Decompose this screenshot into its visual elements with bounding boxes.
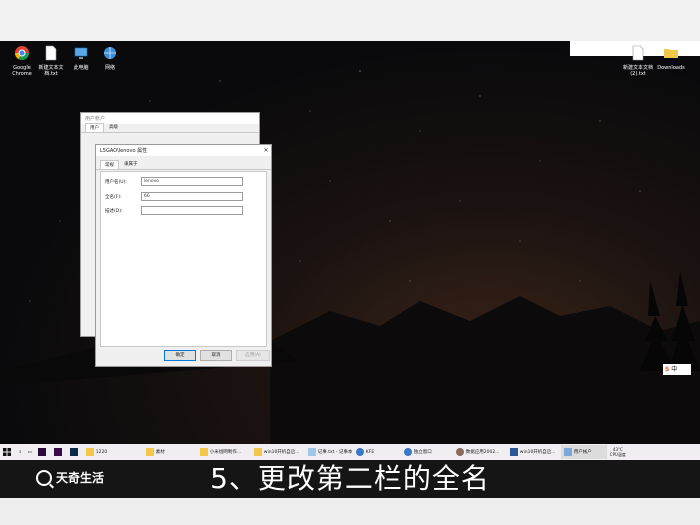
desktop-icon-text-file-2[interactable]: 新建文本文档 (2).txt	[620, 45, 656, 77]
tutorial-caption: 5、更改第二栏的全名	[210, 462, 490, 495]
desktop-icon-label: Downloads	[657, 65, 685, 71]
computer-icon	[74, 47, 88, 59]
taskbar-item[interactable]: KFE	[353, 445, 401, 459]
taskbar-item-label: 用户帐户	[573, 450, 592, 455]
username-field[interactable]: lenovo	[141, 177, 243, 186]
taskbar-item-label: 1220	[95, 449, 108, 455]
desktop: Google Chrome 新建文本文档.txt 此电脑 网络 新建文本文档 (…	[0, 41, 700, 444]
window-title: L5GAO\lenovo 属性	[100, 148, 148, 154]
pinned-app-premiere[interactable]	[35, 445, 51, 459]
photoshop-icon	[69, 448, 78, 456]
word-icon	[509, 448, 518, 456]
search-icon: ⌕	[19, 450, 22, 455]
ok-button[interactable]: 确定	[164, 350, 196, 361]
folder-icon	[145, 448, 154, 456]
taskbar-item-label: 独立窗口	[413, 450, 432, 455]
chrome-icon	[15, 46, 29, 60]
pinned-app-photoshop[interactable]	[67, 445, 83, 459]
taskbar-item[interactable]: win10开机自启...	[507, 445, 561, 459]
pinned-app-after-effects[interactable]	[51, 445, 67, 459]
cancel-button[interactable]: 取消	[200, 350, 232, 361]
tab-advanced[interactable]: 高级	[104, 122, 123, 132]
desktop-icon-label: 网络	[104, 65, 115, 71]
monitor-bezel-bottom	[0, 498, 700, 525]
properties-tabs: 常规 隶属于	[96, 159, 271, 170]
taskbar-item-label: 数据应用2002...	[465, 450, 500, 455]
app-icon	[403, 448, 412, 456]
apply-button[interactable]: 应用(A)	[236, 350, 270, 361]
taskbar-item[interactable]: 数据应用2002...	[453, 445, 507, 459]
cpu-temp-widget[interactable]: 43°C CPU温度	[607, 445, 629, 459]
description-row: 描述(D):	[105, 206, 243, 215]
taskbar-item[interactable]: 记事.txt - 记事本	[305, 445, 353, 459]
taskbar-item[interactable]: win10开机自启...	[251, 445, 305, 459]
search-button[interactable]: ⌕	[16, 445, 25, 459]
sogou-icon: S	[665, 366, 670, 373]
ime-indicator[interactable]: S 中	[663, 364, 691, 375]
taskbar-item-active[interactable]: 用户帐户	[560, 445, 607, 459]
windows-icon	[3, 448, 11, 456]
taskbar: ⌕ ▭ 1220 素材 小米组网制作... win10开机自启... 记事.tx…	[0, 444, 700, 460]
username-label: 用户名(U):	[105, 179, 127, 185]
app-icon	[455, 448, 464, 456]
properties-titlebar[interactable]: L5GAO\lenovo 属性 ✕	[96, 145, 271, 156]
taskbar-item-label: win10开机自启...	[519, 450, 556, 455]
text-file-icon	[632, 45, 644, 61]
tab-member-of[interactable]: 隶属于	[119, 159, 143, 169]
taskbar-item[interactable]: 素材	[143, 445, 197, 459]
text-file-icon	[45, 45, 57, 61]
taskbar-item[interactable]: 1220	[83, 445, 143, 459]
description-label: 描述(D):	[105, 208, 123, 214]
taskbar-item-label: win10开机自启...	[263, 450, 300, 455]
taskbar-item[interactable]: 独立窗口	[401, 445, 453, 459]
user-accounts-tabs: 用户 高级	[81, 122, 259, 133]
taskbar-item-label: 素材	[155, 450, 165, 455]
description-field[interactable]	[141, 206, 243, 215]
taskbar-item[interactable]: 小米组网制作...	[197, 445, 251, 459]
username-row: 用户名(U): lenovo	[105, 177, 243, 186]
fullname-label: 全名(F):	[105, 194, 122, 200]
desktop-icon-label: 新建文本文档 (2).txt	[622, 65, 653, 77]
window-title: 用户帐户	[85, 116, 106, 122]
tab-general[interactable]: 常规	[100, 160, 119, 169]
fullname-row: 全名(F): 66	[105, 192, 243, 201]
task-view-icon: ▭	[27, 449, 32, 455]
folder-icon	[664, 49, 678, 58]
taskbar-item-label: 记事.txt - 记事本	[317, 450, 353, 455]
ime-label: 中	[671, 366, 678, 373]
monitor-bezel-top	[0, 0, 700, 41]
folder-icon	[199, 448, 208, 456]
after-effects-icon	[53, 448, 62, 456]
premiere-icon	[37, 448, 46, 456]
desktop-icon-downloads[interactable]: Downloads	[653, 45, 689, 71]
task-view-button[interactable]: ▭	[25, 445, 35, 459]
fullname-field[interactable]: 66	[141, 192, 243, 201]
notepad-icon	[307, 448, 316, 456]
app-icon	[355, 448, 364, 456]
network-icon	[104, 47, 116, 59]
close-icon[interactable]: ✕	[261, 147, 271, 154]
tab-users[interactable]: 用户	[85, 123, 104, 132]
taskbar-item-label: KFE	[365, 449, 375, 455]
folder-icon	[253, 448, 262, 456]
desktop-icon-network[interactable]: 网络	[92, 45, 128, 71]
cpu-temp-label: CPU温度	[609, 452, 626, 457]
user-accounts-icon	[563, 448, 572, 456]
general-panel: 用户名(U): lenovo 全名(F): 66 描述(D):	[100, 171, 267, 347]
user-properties-dialog[interactable]: L5GAO\lenovo 属性 ✕ 常规 隶属于 用户名(U): lenovo …	[95, 144, 272, 367]
taskbar-item-label: 小米组网制作...	[209, 450, 242, 455]
folder-icon	[85, 448, 94, 456]
start-button[interactable]	[0, 445, 16, 459]
